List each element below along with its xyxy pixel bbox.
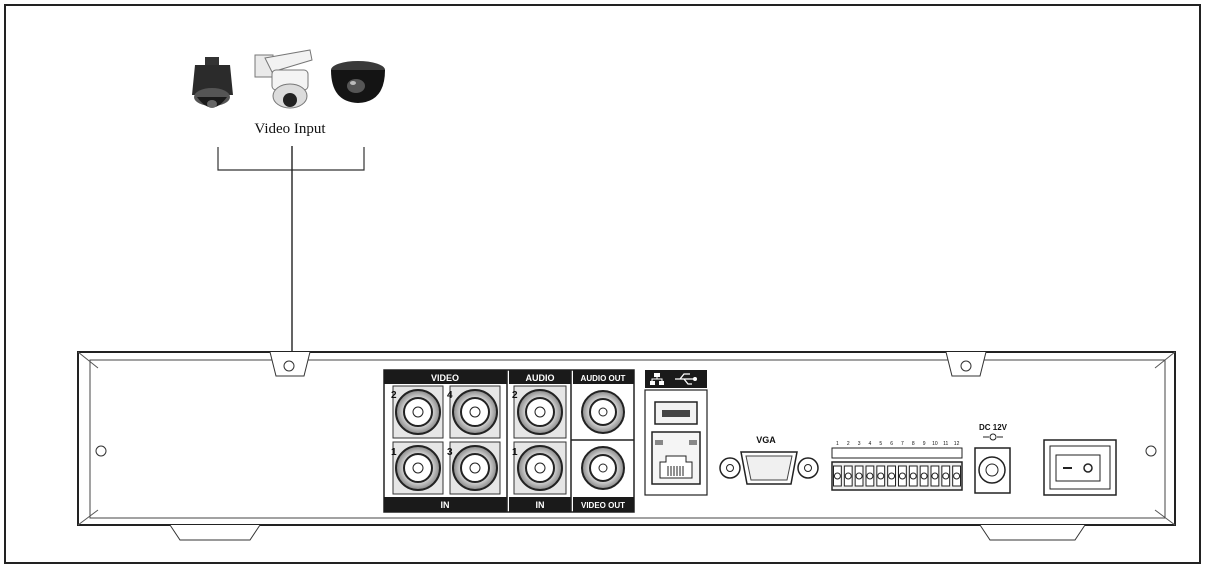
video-port-number-3: 3 <box>447 447 453 458</box>
audio-port-number-2: 2 <box>512 390 518 401</box>
terminal-screw-head <box>833 472 841 480</box>
alarm-terminal-block[interactable] <box>831 461 963 491</box>
video-in-port-3[interactable] <box>449 441 501 495</box>
audio-in-label: IN <box>536 500 545 510</box>
video-in-port-2[interactable] <box>392 385 444 439</box>
video-input-caption: Video Input <box>254 121 326 137</box>
terminal-screw-head <box>920 472 928 480</box>
terminal-label: 3 <box>858 441 861 447</box>
video-out-port[interactable] <box>581 446 625 490</box>
audio-out-port[interactable] <box>581 390 625 434</box>
audio-port-number-1: 1 <box>512 447 518 458</box>
terminal-label: 9 <box>923 441 926 447</box>
ptz-camera-icon <box>254 49 313 109</box>
ethernet-port[interactable] <box>651 431 701 485</box>
terminal-screw-head <box>942 472 950 480</box>
terminal-label: 11 <box>943 441 948 447</box>
usb-port[interactable] <box>654 401 698 425</box>
terminal-label: 12 <box>954 441 960 447</box>
terminal-label: 4 <box>869 441 872 447</box>
terminal-label: 1 <box>836 441 839 447</box>
terminal-label: 5 <box>879 441 882 447</box>
video-out-label: VIDEO OUT <box>581 501 625 510</box>
terminal-label: 7 <box>901 441 904 447</box>
power-switch[interactable] <box>1043 439 1117 496</box>
terminal-label: 2 <box>847 441 850 447</box>
pendant-dome-camera-icon <box>192 57 233 108</box>
vga-label: VGA <box>756 435 776 445</box>
terminal-screw-head <box>844 472 852 480</box>
terminal-screw-head <box>953 472 961 480</box>
audio-label: AUDIO <box>526 373 555 383</box>
video-port-number-4: 4 <box>447 390 453 401</box>
terminal-screw-head <box>898 472 906 480</box>
video-in-port-1[interactable] <box>392 441 444 495</box>
terminal-screw-head <box>866 472 874 480</box>
terminal-screw-head <box>877 472 885 480</box>
video-port-number-1: 1 <box>391 447 397 458</box>
terminal-screw-head <box>855 472 863 480</box>
video-in-port-4[interactable] <box>449 385 501 439</box>
terminal-screw-head <box>931 472 939 480</box>
camera-bracket <box>217 147 365 171</box>
power-label: DC 12V <box>979 423 1008 432</box>
video-port-number-2: 2 <box>391 390 397 401</box>
video-in-label: IN <box>441 500 450 510</box>
video-label: VIDEO <box>431 373 459 383</box>
audio-out-label: AUDIO OUT <box>581 374 626 383</box>
mini-dome-camera-icon <box>331 61 385 103</box>
terminal-screw-head <box>909 472 917 480</box>
terminal-label: 6 <box>890 441 893 447</box>
audio-in-port-2[interactable] <box>513 385 567 439</box>
audio-in-port-1[interactable] <box>513 441 567 495</box>
terminal-label: 8 <box>912 441 915 447</box>
terminal-screw-head <box>888 472 896 480</box>
terminal-label: 10 <box>932 441 938 447</box>
dc-power-jack[interactable] <box>974 447 1011 494</box>
terminal-label-strip <box>831 447 963 459</box>
diagram-canvas: Video Input VIDEO AUDIO AUDIO OUT IN IN … <box>4 4 1201 564</box>
connection-diagram: Video Input VIDEO AUDIO AUDIO OUT IN IN … <box>0 0 1205 568</box>
